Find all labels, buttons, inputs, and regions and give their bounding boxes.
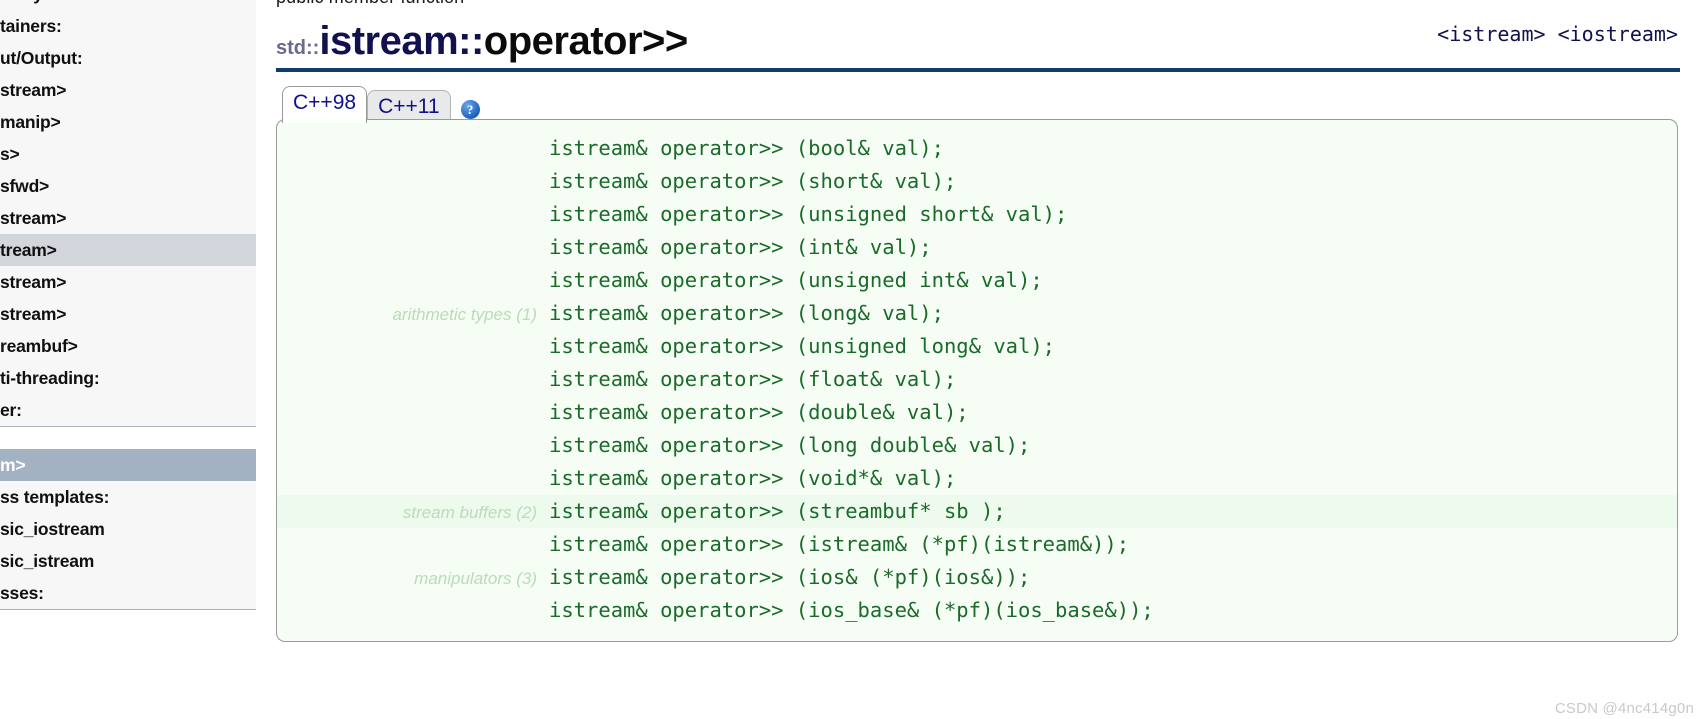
sidebar-item-streambuf[interactable]: reambuf>	[0, 330, 256, 362]
signature-row: istream& operator>> (unsigned int& val);	[277, 264, 1677, 297]
signature-row: istream& operator>> (unsigned long& val)…	[277, 330, 1677, 363]
sidebar-item-multi-threading[interactable]: ti-threading:	[0, 362, 256, 394]
overload-group-label: arithmetic types (1)	[392, 305, 537, 324]
signature-row: stream buffers (2) istream& operator>> (s…	[277, 495, 1677, 528]
sidebar-group-divider	[0, 427, 256, 449]
sidebar-item-basic-istream[interactable]: sic_istream	[0, 545, 256, 577]
standard-version-tabs: C++98 C++11?	[276, 86, 1680, 125]
page-root: brary:tainers:ut/Output:stream>manip>s>s…	[0, 0, 1700, 719]
sidebar-item-input-output[interactable]: ut/Output:	[0, 42, 256, 74]
signature-row: istream& operator>> (istream& (*pf)(istr…	[277, 528, 1677, 561]
signature-row: istream& operator>> (ios_base& (*pf)(ios…	[277, 594, 1677, 627]
sidebar-group-istream: m> ss templates: sic_iostream sic_istream ss…	[0, 449, 256, 610]
signature-code: istream& operator>> (unsigned short& val…	[549, 202, 1068, 226]
sidebar-item-ostream[interactable]: stream>	[0, 266, 256, 298]
signature-code: istream& operator>> (ios_base& (*pf)(ios…	[549, 598, 1154, 622]
signature-code: istream& operator>> (int& val);	[549, 235, 932, 259]
title-row: std::istream::operator>> <istream> <iost…	[276, 8, 1680, 64]
page-title: std::istream::operator>>	[276, 19, 688, 64]
page-title-class: istream::	[319, 19, 484, 63]
signature-row: istream& operator>> (double& val);	[277, 396, 1677, 429]
sidebar-item-istream[interactable]: tream>	[0, 234, 256, 266]
signature-code: istream& operator>> (long double& val);	[549, 433, 1031, 457]
signature-row: istream& operator>> (long double& val);	[277, 429, 1677, 462]
overload-group-label: stream buffers (2)	[402, 503, 537, 522]
signature-code: istream& operator>> (bool& val);	[549, 136, 944, 160]
page-title-member: operator>>	[483, 19, 688, 63]
sidebar-item-containers[interactable]: tainers:	[0, 10, 256, 42]
help-icon[interactable]: ?	[460, 100, 480, 119]
sidebar-item-iosfwd[interactable]: sfwd>	[0, 170, 256, 202]
title-underline	[276, 68, 1680, 72]
signature-code: istream& operator>> (float& val);	[549, 367, 957, 391]
overload-group-label: manipulators (3)	[414, 569, 537, 588]
signature-code: istream& operator>> (unsigned int& val);	[549, 268, 1043, 292]
signature-code: istream& operator>> (unsigned long& val)…	[549, 334, 1056, 358]
sidebar-item-iomanip[interactable]: manip>	[0, 106, 256, 138]
sidebar-item-ios[interactable]: s>	[0, 138, 256, 170]
sidebar-item-other[interactable]: er:	[0, 394, 256, 426]
sidebar-item-class-templates[interactable]: ss templates:	[0, 481, 256, 513]
sidebar-item-classes[interactable]: sses:	[0, 577, 256, 609]
sidebar-item-sstream[interactable]: stream>	[0, 298, 256, 330]
signature-code: istream& operator>> (double& val);	[549, 400, 969, 424]
signature-code: istream& operator>> (streambuf* sb );	[549, 499, 1006, 523]
header-list: <istream> <iostream>	[1437, 22, 1678, 46]
signature-code: istream& operator>> (void*& val);	[549, 466, 957, 490]
signature-row: manipulators (3) istream& operator>> (ios…	[277, 561, 1677, 594]
sidebar-item-basic-iostream[interactable]: sic_iostream	[0, 513, 256, 545]
signature-code: istream& operator>> (ios& (*pf)(ios&));	[549, 565, 1031, 589]
csdn-watermark: CSDN @4nc414g0n	[1554, 700, 1694, 717]
sidebar-item-iostream[interactable]: stream>	[0, 202, 256, 234]
sidebar-item-istream[interactable]: m>	[0, 449, 256, 481]
signature-code: istream& operator>> (istream& (*pf)(istr…	[549, 532, 1130, 556]
signature-row: istream& operator>> (short& val);	[277, 165, 1677, 198]
main-content: public member function std::istream::ope…	[256, 0, 1700, 719]
signature-row: istream& operator>> (int& val);	[277, 231, 1677, 264]
signature-code: istream& operator>> (long& val);	[549, 301, 944, 325]
signature-row: istream& operator>> (bool& val);	[277, 132, 1677, 165]
signature-row: istream& operator>> (void*& val);	[277, 462, 1677, 495]
signature-row: arithmetic types (1) istream& operator>> …	[277, 297, 1677, 330]
signature-code: istream& operator>> (short& val);	[549, 169, 957, 193]
signature-row: istream& operator>> (unsigned short& val…	[277, 198, 1677, 231]
sidebar-group-reference: brary:tainers:ut/Output:stream>manip>s>s…	[0, 0, 256, 427]
sidebar-item-reference-library[interactable]: brary:	[0, 0, 256, 10]
page-eyebrow: public member function	[276, 0, 1680, 8]
sidebar: brary:tainers:ut/Output:stream>manip>s>s…	[0, 0, 256, 719]
sidebar-item-fstream[interactable]: stream>	[0, 74, 256, 106]
page-title-namespace: std::	[276, 37, 320, 59]
signature-row: istream& operator>> (float& val);	[277, 363, 1677, 396]
tab-c-98[interactable]: C++98	[282, 86, 368, 123]
signature-code-panel: istream& operator>> (bool& val); istream&…	[276, 119, 1678, 642]
